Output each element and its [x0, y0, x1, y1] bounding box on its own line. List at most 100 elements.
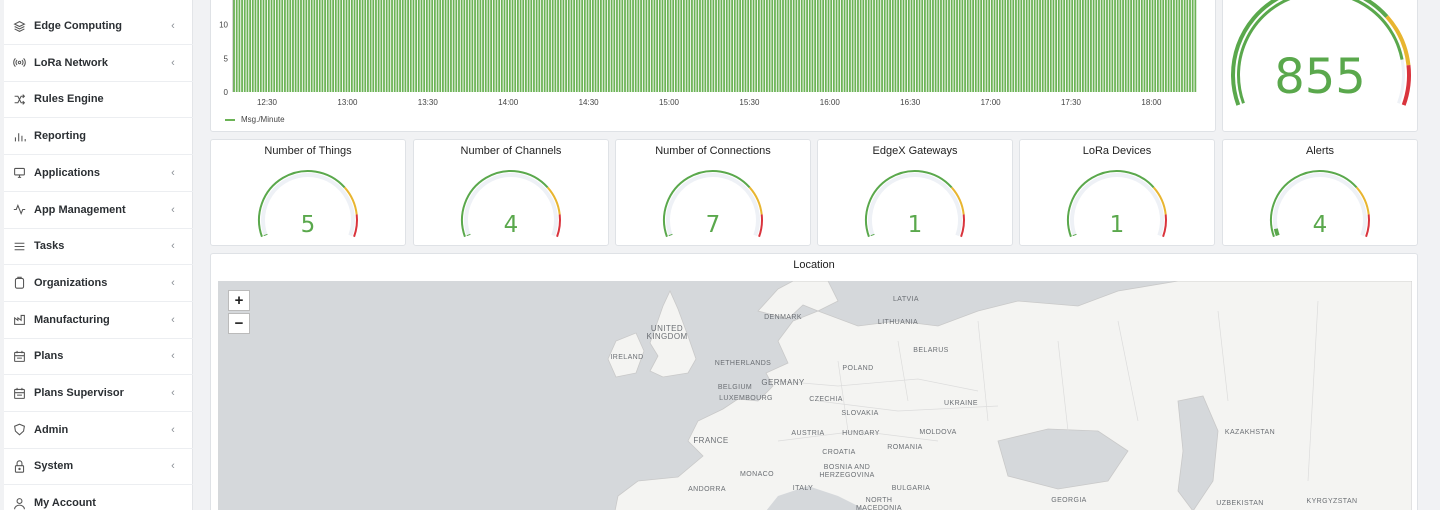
map-country-label: CZECHIA: [809, 396, 843, 403]
bar: [811, 0, 814, 92]
chevron-left-icon: ‹: [171, 20, 175, 32]
bar: [953, 0, 956, 92]
bar: [701, 0, 704, 92]
bar: [899, 0, 902, 92]
bar: [570, 0, 573, 92]
shield-icon: [12, 423, 26, 437]
bar: [1175, 0, 1178, 92]
bar: [324, 0, 326, 92]
bar: [541, 0, 543, 92]
bar: [808, 0, 811, 92]
x-tick-label: 15:30: [739, 98, 760, 107]
sidebar-item-reporting[interactable]: Reporting: [4, 118, 193, 156]
bar: [549, 0, 551, 92]
bar: [867, 0, 870, 92]
bar: [913, 0, 916, 92]
bar: [257, 0, 260, 92]
list-icon: [12, 239, 26, 253]
bar: [567, 0, 570, 92]
bar: [1098, 0, 1100, 92]
clipboard-icon: [12, 276, 26, 290]
bar: [985, 0, 988, 92]
sidebar-item-admin[interactable]: Admin ‹: [4, 412, 193, 449]
bar: [969, 0, 972, 92]
sidebar-item-edge-computing[interactable]: Edge Computing ‹: [4, 8, 193, 45]
bar: [741, 0, 744, 92]
map-country-label: NETHERLANDS: [714, 360, 772, 367]
map-country-label: GEORGIA: [1051, 497, 1087, 504]
bar: [806, 0, 808, 92]
sidebar-item-label: LoRa Network: [34, 56, 108, 69]
bar: [375, 0, 377, 92]
y-tick-label: 0: [224, 88, 229, 97]
bar: [672, 0, 675, 92]
bar: [267, 0, 270, 92]
calendar-icon: [12, 386, 26, 400]
chevron-left-icon: ‹: [171, 460, 175, 473]
bar: [463, 0, 466, 92]
y-tick-label: 5: [224, 54, 229, 63]
sidebar-item-label: Plans: [34, 350, 64, 363]
sidebar-item-rules-engine[interactable]: Rules Engine: [4, 81, 193, 119]
bar: [557, 0, 559, 92]
sidebar-item-plans[interactable]: Plans ‹: [4, 338, 193, 376]
sidebar-item-my-account[interactable]: My Account: [4, 485, 193, 510]
bar: [254, 0, 257, 92]
bar: [415, 0, 418, 92]
bar: [329, 0, 332, 92]
bar: [723, 0, 725, 92]
bar: [1143, 0, 1146, 92]
bar: [1151, 0, 1154, 92]
bar: [259, 0, 262, 92]
bar: [589, 0, 592, 92]
bar: [996, 0, 999, 92]
broadcast-icon: [12, 56, 26, 70]
bar: [326, 0, 329, 92]
bar: [661, 0, 664, 92]
x-tick-label: 16:00: [820, 98, 841, 107]
map-canvas[interactable]: + − LATVIA DENMARK LITHUANIA UNITED KINGDOM…: [218, 281, 1412, 510]
sidebar-item-app-management[interactable]: App Management ‹: [4, 192, 193, 229]
sidebar-item-plans-supervisor[interactable]: Plans Supervisor ‹: [4, 375, 193, 412]
map-country-label: GERMANY: [761, 378, 805, 387]
bar: [1004, 0, 1007, 92]
bar: [586, 0, 589, 92]
gauge-title: LoRa Devices: [1082, 145, 1152, 157]
bar: [605, 0, 608, 92]
bar: [594, 0, 597, 92]
chevron-left-icon: ‹: [171, 56, 175, 69]
sidebar-item-system[interactable]: System ‹: [4, 448, 193, 486]
bar: [1119, 0, 1122, 92]
bar: [683, 0, 685, 92]
bar: [1178, 0, 1181, 92]
sidebar-item-applications[interactable]: Applications ‹: [4, 155, 193, 192]
bar: [1146, 0, 1149, 92]
bar: [907, 0, 910, 92]
bar: [1073, 0, 1076, 92]
bar: [771, 0, 774, 92]
bar: [958, 0, 961, 92]
zoom-in-button[interactable]: +: [228, 290, 250, 311]
map-country-label: CROATIA: [822, 449, 856, 456]
map-country-label: FRANCE: [693, 436, 729, 445]
bar: [364, 0, 367, 92]
sidebar-item-tasks[interactable]: Tasks ‹: [4, 228, 193, 266]
bar: [921, 0, 924, 92]
bar: [1148, 0, 1151, 92]
sidebar-item-organizations[interactable]: Organizations ‹: [4, 265, 193, 302]
bar: [768, 0, 771, 92]
bar: [645, 0, 648, 92]
bar: [1044, 0, 1047, 92]
calendar-icon: [12, 349, 26, 363]
bar: [824, 0, 827, 92]
chart-legend[interactable]: Msg./Minute: [225, 115, 285, 124]
bar: [235, 0, 238, 92]
sidebar-item-manufacturing[interactable]: Manufacturing ‹: [4, 302, 193, 339]
zoom-out-button[interactable]: −: [228, 313, 250, 334]
bar: [1049, 0, 1052, 92]
bar: [377, 0, 380, 92]
sidebar-item-lora-network[interactable]: LoRa Network ‹: [4, 45, 193, 82]
bar: [800, 0, 803, 92]
bar: [1108, 0, 1111, 92]
bar: [1079, 0, 1082, 92]
